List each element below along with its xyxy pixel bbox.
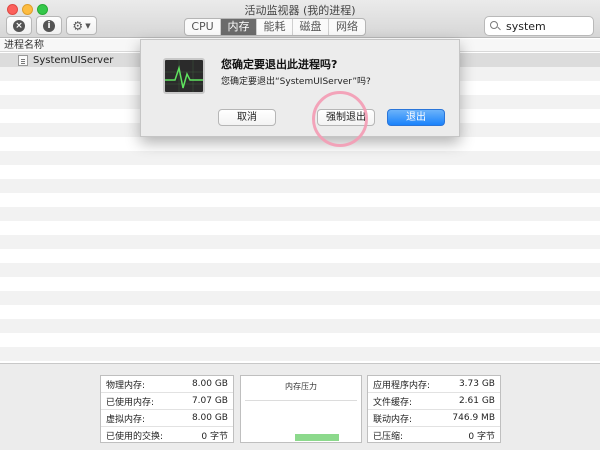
- toolbar: 活动监视器 (我的进程) × i ⚙ ▼ CPU 内存 能耗 磁盘 网络: [0, 0, 600, 38]
- stat-value: 0 字节: [201, 432, 228, 442]
- gear-icon: ⚙: [72, 18, 84, 33]
- stat-value: 7.07 GB: [191, 396, 228, 406]
- stat-row: 物理内存: 8.00 GB: [101, 376, 233, 393]
- action-menu-button[interactable]: ⚙ ▼: [66, 16, 97, 35]
- process-name: SystemUIServer: [33, 54, 114, 66]
- stat-value: 3.73 GB: [458, 379, 495, 389]
- info-icon: i: [43, 19, 55, 32]
- dialog-title: 您确定要退出此进程吗?: [221, 58, 338, 71]
- stop-process-button[interactable]: ×: [6, 16, 32, 35]
- stat-label: 文件缓存:: [373, 397, 413, 408]
- stat-label: 已使用的交换:: [106, 432, 164, 442]
- stop-icon: ×: [13, 19, 25, 32]
- tab-cpu[interactable]: CPU: [185, 19, 221, 35]
- stat-label: 应用程序内存:: [373, 380, 431, 391]
- activity-monitor-window: 活动监视器 (我的进程) × i ⚙ ▼ CPU 内存 能耗 磁盘 网络 进程名…: [0, 0, 600, 450]
- graph-gridline: [245, 400, 357, 401]
- process-icon: [18, 54, 28, 66]
- stat-row: 虚拟内存: 8.00 GB: [101, 410, 233, 427]
- memory-pressure-graph: 内存压力: [240, 375, 362, 443]
- cancel-button[interactable]: 取消: [218, 109, 276, 126]
- search-field[interactable]: [484, 16, 594, 36]
- tab-network[interactable]: 网络: [329, 19, 365, 35]
- stat-row: 已压缩: 0 字节: [368, 427, 500, 444]
- tab-bar: CPU 内存 能耗 磁盘 网络: [184, 18, 366, 36]
- search-input[interactable]: [506, 19, 586, 33]
- stat-value: 2.61 GB: [458, 396, 495, 406]
- memory-pressure-bar: [295, 434, 339, 441]
- stat-row: 联动内存: 746.9 MB: [368, 410, 500, 427]
- memory-pressure-title: 内存压力: [285, 382, 317, 391]
- stat-value: 8.00 GB: [191, 413, 228, 423]
- stat-label: 联动内存:: [373, 414, 413, 425]
- tab-disk[interactable]: 磁盘: [293, 19, 329, 35]
- quit-process-dialog: 您确定要退出此进程吗? 您确定要退出“SystemUIServer”吗? 取消 …: [140, 39, 460, 147]
- stat-row: 应用程序内存: 3.73 GB: [368, 376, 500, 393]
- inspect-process-button[interactable]: i: [36, 16, 62, 35]
- search-icon: [490, 20, 501, 32]
- stat-label: 已压缩:: [373, 432, 404, 442]
- stat-label: 已使用内存:: [106, 397, 155, 408]
- stat-row: 已使用内存: 7.07 GB: [101, 393, 233, 410]
- stat-value: 8.00 GB: [191, 379, 228, 389]
- memory-stats-right: 应用程序内存: 3.73 GB 文件缓存: 2.61 GB 联动内存: 746.…: [367, 375, 501, 443]
- tab-energy[interactable]: 能耗: [257, 19, 293, 35]
- stat-row: 已使用的交换: 0 字节: [101, 427, 233, 444]
- chevron-down-icon: ▼: [85, 21, 91, 30]
- stat-label: 虚拟内存:: [106, 414, 146, 425]
- memory-summary-panel: 物理内存: 8.00 GB 已使用内存: 7.07 GB 虚拟内存: 8.00 …: [0, 363, 600, 450]
- tab-memory[interactable]: 内存: [221, 19, 257, 35]
- stat-row: 文件缓存: 2.61 GB: [368, 393, 500, 410]
- highlight-ring: [312, 91, 368, 147]
- quit-button[interactable]: 退出: [387, 109, 445, 126]
- stat-value: 746.9 MB: [452, 413, 495, 423]
- memory-stats-left: 物理内存: 8.00 GB 已使用内存: 7.07 GB 虚拟内存: 8.00 …: [100, 375, 234, 443]
- activity-monitor-icon: [163, 58, 205, 94]
- dialog-message: 您确定要退出“SystemUIServer”吗?: [221, 77, 371, 87]
- stat-label: 物理内存:: [106, 380, 146, 391]
- stat-value: 0 字节: [468, 432, 495, 442]
